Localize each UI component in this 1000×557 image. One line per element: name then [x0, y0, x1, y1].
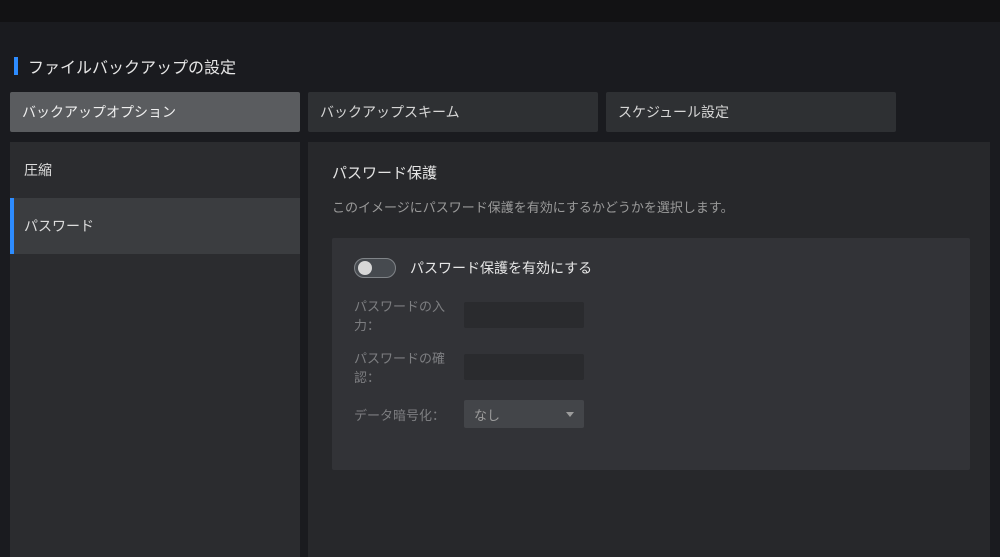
password-input[interactable]: [464, 302, 584, 328]
content-area: 圧縮 パスワード パスワード保護 このイメージにパスワード保護を有効にするかどう…: [0, 142, 1000, 557]
page-title: ファイルバックアップの設定: [28, 54, 236, 78]
encryption-row: データ暗号化： なし: [354, 400, 948, 428]
password-toggle-row: パスワード保護を有効にする: [354, 258, 948, 278]
password-confirm-input[interactable]: [464, 354, 584, 380]
tab-label: スケジュール設定: [618, 102, 729, 122]
toggle-knob: [358, 261, 372, 275]
enable-password-toggle[interactable]: [354, 258, 396, 278]
sidebar-item-password[interactable]: パスワード: [10, 198, 300, 254]
password-input-label: パスワードの入力：: [354, 296, 464, 334]
tab-label: バックアップオプション: [22, 102, 176, 122]
sidebar-item-label: 圧縮: [24, 160, 52, 180]
title-accent: [14, 57, 18, 75]
password-input-row: パスワードの入力：: [354, 296, 948, 334]
tab-schedule[interactable]: スケジュール設定: [606, 92, 896, 132]
encryption-value: なし: [474, 405, 500, 424]
window-topbar: [0, 0, 1000, 22]
password-confirm-label: パスワードの確認：: [354, 348, 464, 386]
sidebar-item-compression[interactable]: 圧縮: [10, 142, 300, 198]
sidebar-item-label: パスワード: [24, 216, 94, 236]
sidebar: 圧縮 パスワード: [10, 142, 300, 557]
encryption-label: データ暗号化：: [354, 405, 464, 424]
chevron-down-icon: [566, 412, 574, 417]
tab-label: バックアップスキーム: [320, 102, 460, 122]
tabs-row: バックアップオプション バックアップスキーム スケジュール設定: [0, 92, 1000, 142]
tab-backup-options[interactable]: バックアップオプション: [10, 92, 300, 132]
encryption-select[interactable]: なし: [464, 400, 584, 428]
page-title-row: ファイルバックアップの設定: [0, 22, 1000, 92]
section-description: このイメージにパスワード保護を有効にするかどうかを選択します。: [332, 197, 970, 216]
password-panel: パスワード保護を有効にする パスワードの入力： パスワードの確認： データ暗号化…: [332, 238, 970, 470]
password-confirm-row: パスワードの確認：: [354, 348, 948, 386]
section-title: パスワード保護: [332, 162, 970, 183]
tab-backup-scheme[interactable]: バックアップスキーム: [308, 92, 598, 132]
toggle-label: パスワード保護を有効にする: [410, 258, 592, 278]
main-panel: パスワード保護 このイメージにパスワード保護を有効にするかどうかを選択します。 …: [308, 142, 990, 557]
